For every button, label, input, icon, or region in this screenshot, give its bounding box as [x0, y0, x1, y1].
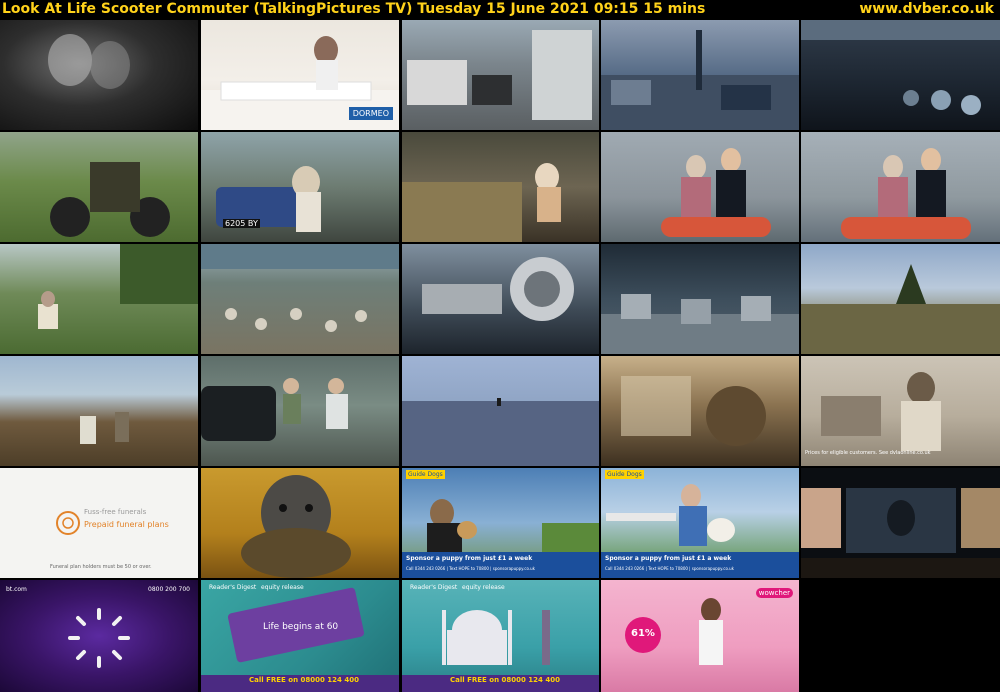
wowcher-logo: wowcher	[755, 588, 793, 598]
thumbnail-r4c2[interactable]	[201, 356, 399, 466]
ad-disclaimer: Funeral plan holders must be 50 or over.	[50, 564, 152, 570]
thumbnail-r5c2[interactable]	[201, 468, 399, 578]
dormeo-logo: DORMEO	[348, 107, 393, 120]
thumbnail-r1c4[interactable]	[601, 20, 799, 130]
site-url: www.dvber.co.uk	[859, 1, 994, 17]
ad-tagline: Fuss-free funerals	[84, 508, 147, 516]
thumbnail-r3c1[interactable]	[0, 244, 198, 354]
thumbnail-r4c1[interactable]	[0, 356, 198, 466]
thumbnail-r2c2[interactable]: 6205 BY	[201, 132, 399, 242]
thumbnail-r5c4[interactable]: Guide Dogs Sponsor a puppy from just £1 …	[601, 468, 799, 578]
ad-headline: Prepaid funeral plans	[84, 520, 169, 529]
guide-dogs-logo: Guide Dogs	[406, 470, 445, 479]
guide-dogs-logo: Guide Dogs	[605, 470, 644, 479]
ad-headline: Sponsor a puppy from just £1 a week	[605, 555, 732, 562]
thumbnail-r2c4[interactable]	[601, 132, 799, 242]
thumbnail-r4c4[interactable]	[601, 356, 799, 466]
thumbnail-r2c1[interactable]	[0, 132, 198, 242]
thumbnail-r1c3[interactable]	[402, 20, 599, 130]
ad-headline: Sponsor a puppy from just £1 a week	[406, 555, 533, 562]
thumbnail-r6c1[interactable]: bt.com 0800 200 700	[0, 580, 198, 692]
thumbnail-r1c1[interactable]	[0, 20, 198, 130]
ad-contact: Call 0344 243 0266 | Text HOPE to 70800 …	[605, 566, 734, 571]
thumbnail-r6c2[interactable]: Reader's Digest equity release Life begi…	[201, 580, 399, 692]
thumbnail-r6c4[interactable]: 61% wowcher	[601, 580, 799, 692]
thumbnail-r2c5[interactable]	[801, 132, 1000, 242]
thumbnail-r3c2[interactable]	[201, 244, 399, 354]
ad-headline: Life begins at 60	[263, 622, 339, 632]
equity-release-label: equity release	[462, 584, 505, 591]
thumbnail-r1c2[interactable]: DORMEO	[201, 20, 399, 130]
programme-title: Look At Life Scooter Commuter (TalkingPi…	[2, 1, 706, 17]
readers-digest-logo: Reader's Digest	[209, 584, 257, 591]
thumbnail-r3c5[interactable]	[801, 244, 1000, 354]
thumbnail-r3c3[interactable]	[402, 244, 599, 354]
thumbnail-r4c3[interactable]	[402, 356, 599, 466]
thumbnail-r6c3[interactable]: Reader's Digest equity release Call FREE…	[402, 580, 599, 692]
thumbnail-r1c5[interactable]	[801, 20, 1000, 130]
thumbnail-r2c3[interactable]	[402, 132, 599, 242]
ad-phone: Call FREE on 08000 124 400	[249, 676, 359, 684]
discount-badge: 61%	[631, 628, 655, 639]
thumbnail-r5c3[interactable]: Guide Dogs Sponsor a puppy from just £1 …	[402, 468, 599, 578]
readers-digest-logo: Reader's Digest	[410, 584, 458, 591]
thumbnail-grid: DORMEO 6205 BY Prices for eligible custo…	[0, 20, 1000, 692]
bt-phone: 0800 200 700	[148, 586, 190, 593]
thumbnail-caption: Prices for eligible customers. See dvlao…	[805, 450, 931, 456]
thumbnail-r4c5[interactable]: Prices for eligible customers. See dvlao…	[801, 356, 1000, 466]
title-bar: Look At Life Scooter Commuter (TalkingPi…	[0, 0, 1000, 20]
ad-contact: Call 0344 243 0266 | Text HOPE to 70800 …	[406, 566, 535, 571]
thumbnail-r5c1[interactable]: Fuss-free funerals Prepaid funeral plans…	[0, 468, 198, 578]
equity-release-label: equity release	[261, 584, 304, 591]
car-plate: 6205 BY	[223, 219, 260, 228]
ad-phone: Call FREE on 08000 124 400	[450, 676, 560, 684]
thumbnail-r3c4[interactable]	[601, 244, 799, 354]
thumbnail-r5c5[interactable]	[801, 468, 1000, 578]
bt-url: bt.com	[6, 586, 27, 593]
